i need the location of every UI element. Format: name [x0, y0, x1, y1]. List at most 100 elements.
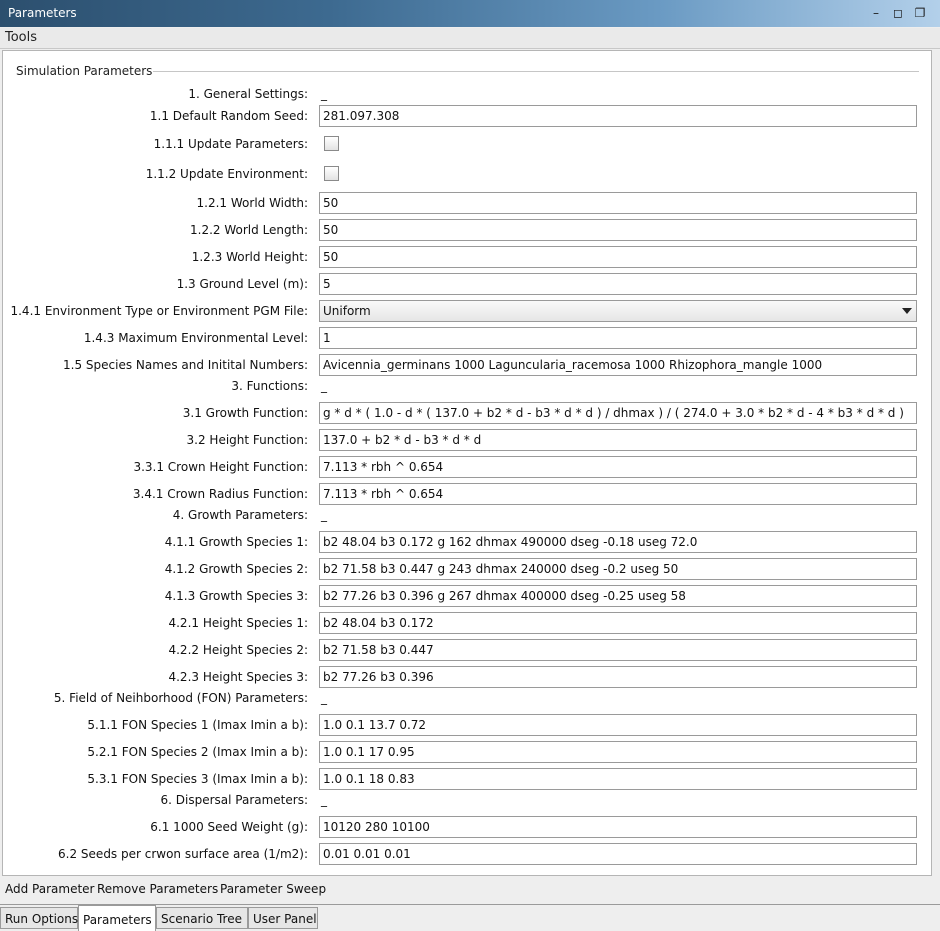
restore-icon[interactable]: ❐: [912, 5, 928, 21]
parameter-input[interactable]: 0.01 0.01 0.01: [319, 843, 917, 865]
parameter-label: 4.1.1 Growth Species 1:: [164, 535, 308, 549]
parameter-row: 4.2.1 Height Species 1: b2 48.04 b3 0.172: [3, 612, 933, 634]
parameter-checkbox[interactable]: [324, 136, 339, 151]
menu-bar: Tools: [0, 28, 940, 49]
parameter-row: 4.1.2 Growth Species 2: b2 71.58 b3 0.447…: [3, 558, 933, 580]
parameter-sweep-button[interactable]: Parameter Sweep: [220, 882, 326, 896]
parameter-input[interactable]: 7.113 * rbh ^ 0.654: [319, 483, 917, 505]
parameter-input[interactable]: 1.0 0.1 18 0.83: [319, 768, 917, 790]
tab-parameters[interactable]: Parameters: [78, 905, 156, 931]
parameter-row: 6.1 1000 Seed Weight (g): 10120 280 10100: [3, 816, 933, 838]
parameter-row: 4. Growth Parameters: _: [3, 504, 933, 526]
parameter-input[interactable]: 1.0 0.1 13.7 0.72: [319, 714, 917, 736]
tab-scenario-tree[interactable]: Scenario Tree: [156, 907, 248, 929]
parameter-input[interactable]: 7.113 * rbh ^ 0.654: [319, 456, 917, 478]
environment-type-select[interactable]: Uniform: [319, 300, 917, 322]
parameter-label: 1.4.1 Environment Type or Environment PG…: [10, 304, 308, 318]
parameter-row: 5.3.1 FON Species 3 (Imax Imin a b): 1.0 …: [3, 768, 933, 790]
parameter-toolbar: Add Parameter Remove Parameters Paramete…: [0, 878, 940, 900]
parameter-input[interactable]: Avicennia_germinans 1000 Laguncularia_ra…: [319, 354, 917, 376]
parameter-input[interactable]: 50: [319, 246, 917, 268]
parameter-label: 5.2.1 FON Species 2 (Imax Imin a b):: [87, 745, 308, 759]
tab-user-panel[interactable]: User Panel: [248, 907, 318, 929]
chevron-down-icon[interactable]: [902, 308, 912, 314]
parameter-label: 1.3 Ground Level (m):: [176, 277, 308, 291]
section-collapse-toggle[interactable]: _: [321, 508, 327, 522]
parameter-row: 3.1 Growth Function: g * d * ( 1.0 - d * …: [3, 402, 933, 424]
remove-parameters-button[interactable]: Remove Parameters: [97, 882, 218, 896]
parameter-input[interactable]: g * d * ( 1.0 - d * ( 137.0 + b2 * d - b…: [319, 402, 917, 424]
parameter-label: 1.2.1 World Width:: [196, 196, 308, 210]
parameter-input[interactable]: 1: [319, 327, 917, 349]
parameter-row: 6. Dispersal Parameters: _: [3, 789, 933, 811]
tab-run-options[interactable]: Run Options: [0, 907, 78, 929]
parameter-row: 1.4.3 Maximum Environmental Level: 1: [3, 327, 933, 349]
parameter-row: 1.1 Default Random Seed: 281.097.308: [3, 105, 933, 127]
parameter-row: 1.1.1 Update Parameters:: [3, 133, 933, 155]
parameter-row: 5.1.1 FON Species 1 (Imax Imin a b): 1.0 …: [3, 714, 933, 736]
parameter-row: 3.2 Height Function: 137.0 + b2 * d - b3 …: [3, 429, 933, 451]
group-title: Simulation Parameters: [16, 64, 153, 78]
parameter-input[interactable]: b2 71.58 b3 0.447: [319, 639, 917, 661]
parameter-input[interactable]: 281.097.308: [319, 105, 917, 127]
parameter-input[interactable]: b2 48.04 b3 0.172: [319, 612, 917, 634]
parameter-checkbox[interactable]: [324, 166, 339, 181]
parameter-label: 4.1.2 Growth Species 2:: [164, 562, 308, 576]
section-collapse-toggle[interactable]: _: [321, 793, 327, 807]
parameter-row: 3.3.1 Crown Height Function: 7.113 * rbh …: [3, 456, 933, 478]
menu-tools[interactable]: Tools: [5, 30, 37, 45]
parameter-row: 4.1.3 Growth Species 3: b2 77.26 b3 0.396…: [3, 585, 933, 607]
section-collapse-toggle[interactable]: _: [321, 691, 327, 705]
parameter-label: 4.2.3 Height Species 3:: [168, 670, 308, 684]
minimize-icon[interactable]: –: [868, 5, 884, 21]
parameter-input[interactable]: 5: [319, 273, 917, 295]
parameter-row: 3.4.1 Crown Radius Function: 7.113 * rbh …: [3, 483, 933, 505]
parameter-row: 4.2.2 Height Species 2: b2 71.58 b3 0.447: [3, 639, 933, 661]
parameter-label: 3.1 Growth Function:: [182, 406, 308, 420]
section-collapse-toggle[interactable]: _: [321, 379, 327, 393]
parameter-label: 1.2.3 World Height:: [191, 250, 308, 264]
parameter-row: 4.1.1 Growth Species 1: b2 48.04 b3 0.172…: [3, 531, 933, 553]
parameter-label: 6.2 Seeds per crwon surface area (1/m2):: [58, 847, 308, 861]
parameter-label: 1.1.2 Update Environment:: [145, 167, 308, 181]
parameter-row: 3. Functions: _: [3, 375, 933, 397]
parameter-label: 1.1.1 Update Parameters:: [153, 137, 308, 151]
parameter-label: 6. Dispersal Parameters:: [160, 793, 308, 807]
parameter-label: 3.2 Height Function:: [186, 433, 308, 447]
maximize-icon[interactable]: ◻: [890, 5, 906, 21]
parameter-row: 5. Field of Neihborhood (FON) Parameters…: [3, 687, 933, 709]
parameter-input[interactable]: b2 77.26 b3 0.396: [319, 666, 917, 688]
parameter-row: 6.2 Seeds per crwon surface area (1/m2):…: [3, 843, 933, 865]
parameter-input[interactable]: b2 48.04 b3 0.172 g 162 dhmax 490000 dse…: [319, 531, 917, 553]
parameter-label: 3.3.1 Crown Height Function:: [133, 460, 308, 474]
parameter-label: 4.1.3 Growth Species 3:: [164, 589, 308, 603]
parameter-label: 1. General Settings:: [188, 87, 308, 101]
parameter-input[interactable]: 137.0 + b2 * d - b3 * d * d: [319, 429, 917, 451]
parameter-row: 1.2.3 World Height: 50: [3, 246, 933, 268]
section-collapse-toggle[interactable]: _: [321, 87, 327, 101]
parameter-label: 5.1.1 FON Species 1 (Imax Imin a b):: [87, 718, 308, 732]
select-value: Uniform: [323, 304, 371, 318]
parameter-row: 1.2.1 World Width: 50: [3, 192, 933, 214]
parameter-row: 1.3 Ground Level (m): 5: [3, 273, 933, 295]
add-parameter-button[interactable]: Add Parameter: [5, 882, 94, 896]
parameter-input[interactable]: 50: [319, 219, 917, 241]
parameter-row: 1.2.2 World Length: 50: [3, 219, 933, 241]
parameter-input[interactable]: 50: [319, 192, 917, 214]
parameter-row: 1.4.1 Environment Type or Environment PG…: [3, 300, 933, 322]
parameter-input[interactable]: 10120 280 10100: [319, 816, 917, 838]
parameter-label: 1.2.2 World Length:: [190, 223, 308, 237]
parameter-label: 3.4.1 Crown Radius Function:: [132, 487, 308, 501]
parameter-label: 1.1 Default Random Seed:: [149, 109, 308, 123]
parameter-label: 6.1 1000 Seed Weight (g):: [150, 820, 308, 834]
tab-bar: Run Options Parameters Scenario Tree User P…: [0, 904, 940, 931]
parameter-label: 4.2.1 Height Species 1:: [168, 616, 308, 630]
parameter-label: 5.3.1 FON Species 3 (Imax Imin a b):: [87, 772, 308, 786]
parameter-input[interactable]: b2 71.58 b3 0.447 g 243 dhmax 240000 dse…: [319, 558, 917, 580]
parameter-input[interactable]: 1.0 0.1 17 0.95: [319, 741, 917, 763]
parameter-label: 5. Field of Neihborhood (FON) Parameters…: [53, 691, 308, 705]
parameter-row: 1. General Settings: _: [3, 83, 933, 105]
parameter-input[interactable]: b2 77.26 b3 0.396 g 267 dhmax 400000 dse…: [319, 585, 917, 607]
parameter-row: 1.1.2 Update Environment:: [3, 163, 933, 185]
parameter-row: 1.5 Species Names and Initital Numbers: A…: [3, 354, 933, 376]
